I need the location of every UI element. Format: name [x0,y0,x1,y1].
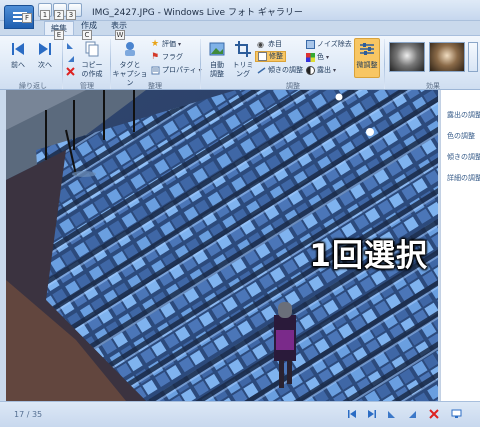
side-item-straighten[interactable]: 傾きの調整 [447,152,480,162]
exposure-button[interactable]: 露出 ▾ [306,65,336,76]
delete-icon [66,67,75,76]
flag-button[interactable]: ⚑ フラグ [151,52,183,63]
delete-button[interactable] [66,66,75,77]
tag-icon [119,39,141,59]
keytip-edit: E [54,30,64,40]
nav-first-button[interactable] [346,408,358,420]
prev-button[interactable]: 前へ [6,39,30,70]
delete-status-button[interactable] [428,408,440,420]
rotate-right-status-button[interactable] [406,408,418,420]
side-item-exposure[interactable]: 露出の調整 [447,110,480,120]
auto-adjust-icon [206,39,228,59]
tab-create-label: 作成 [81,21,97,30]
fine-tune-label: 微調整 [356,61,378,69]
ribbon: 前へ 次へ 繰り返し コピー の作成 管理 タグと キャプション ★ 評価 ▾ ⚑ [0,35,480,90]
auto-adjust-label: 自動 調整 [210,61,224,78]
crop-icon [232,39,254,59]
rotate-left-icon [388,411,395,418]
adjust-side-pane: 露出の調整 色の調整 傾きの調整 詳細の調整 [440,90,480,401]
copy-button[interactable]: コピー の作成 [79,39,105,79]
keytip-qat1: 1 [40,10,50,20]
next-icon [34,39,56,59]
photo-viewer[interactable]: 1回選択 [6,90,438,401]
effect-thumbnail-bw[interactable] [389,42,425,72]
red-eye-label: 赤目 [268,40,282,48]
group-separator [200,39,201,89]
keytip-qat2: 2 [54,10,64,20]
group-separator [62,39,63,89]
exposure-icon [306,66,315,75]
rotate-left-status-button[interactable] [386,408,398,420]
straighten-icon [257,67,266,74]
retouch-button[interactable]: 修整 [255,51,286,62]
rotate-right-icon [409,411,416,418]
noise-icon [306,40,315,49]
rotate-left-icon [67,43,73,49]
retouch-label: 修整 [269,52,283,60]
prev-label: 前へ [11,61,25,69]
nav-last-button[interactable] [366,408,378,420]
noise-label: ノイズ除去 [317,40,352,48]
keytip-qat3: 3 [66,10,76,20]
side-item-color[interactable]: 色の調整 [447,131,475,141]
straighten-label: 傾きの調整 [268,66,303,74]
slideshow-button[interactable] [450,408,462,420]
keytip-create: C [82,30,92,40]
side-item-detail[interactable]: 詳細の調整 [447,173,480,183]
tab-view-label: 表示 [111,21,127,30]
next-button[interactable]: 次へ [33,39,57,70]
ribbon-tab-row: F 編集 E 作成 C 表示 W [0,5,480,40]
rating-button[interactable]: ★ 評価 ▾ [151,39,181,50]
copy-icon [81,39,103,59]
effect-thumbnail-sepia[interactable] [429,42,465,72]
keytip-view: W [115,30,125,40]
noise-reduction-button[interactable]: ノイズ除去 [306,39,352,50]
rotate-left-button[interactable] [66,40,75,51]
trim-button[interactable]: トリミ ング [231,39,255,79]
effects-scroll-button[interactable] [468,42,478,72]
color-icon [306,53,315,62]
star-icon: ★ [151,39,160,49]
copy-label: コピー の作成 [81,61,103,78]
first-icon [348,410,356,418]
last-icon [368,410,376,418]
color-button[interactable]: 色 ▾ [306,52,329,63]
rotate-right-button[interactable] [66,53,75,64]
properties-icon [151,66,160,75]
group-separator [110,39,111,89]
rating-label: 評価 [162,40,176,48]
properties-label: プロパティ [162,66,197,74]
eye-icon: ◉ [257,40,264,49]
retouch-icon [258,52,267,61]
exposure-label: 露出 [317,66,331,74]
slideshow-icon [451,409,461,418]
properties-button[interactable]: プロパティ▾ [151,65,202,76]
red-eye-button[interactable]: ◉ 赤目 [257,39,282,50]
flag-label: フラグ [162,53,183,61]
window-title: IMG_2427.JPG - Windows Live フォト ギャラリー [92,8,303,18]
keytip-app: F [22,13,32,23]
next-label: 次へ [38,61,52,69]
group-separator [384,39,385,89]
auto-adjust-button[interactable]: 自動 調整 [203,39,231,79]
delete-icon [429,409,439,419]
photo-counter: 17 / 35 [14,410,43,419]
title-bar: 1 2 3 IMG_2427.JPG - Windows Live フォト ギャ… [0,0,480,21]
flag-icon: ⚑ [151,52,160,62]
trim-label: トリミ ング [232,61,254,78]
rotate-right-icon [68,56,74,62]
color-label: 色 [317,53,324,61]
photo-overlay-text: 1回選択 [309,238,428,274]
status-bar: 17 / 35 [0,401,480,427]
fine-tune-icon [356,39,378,59]
straighten-button[interactable]: 傾きの調整 [257,65,303,76]
previous-icon [7,39,29,59]
fine-tune-button[interactable]: 微調整 [354,38,380,78]
